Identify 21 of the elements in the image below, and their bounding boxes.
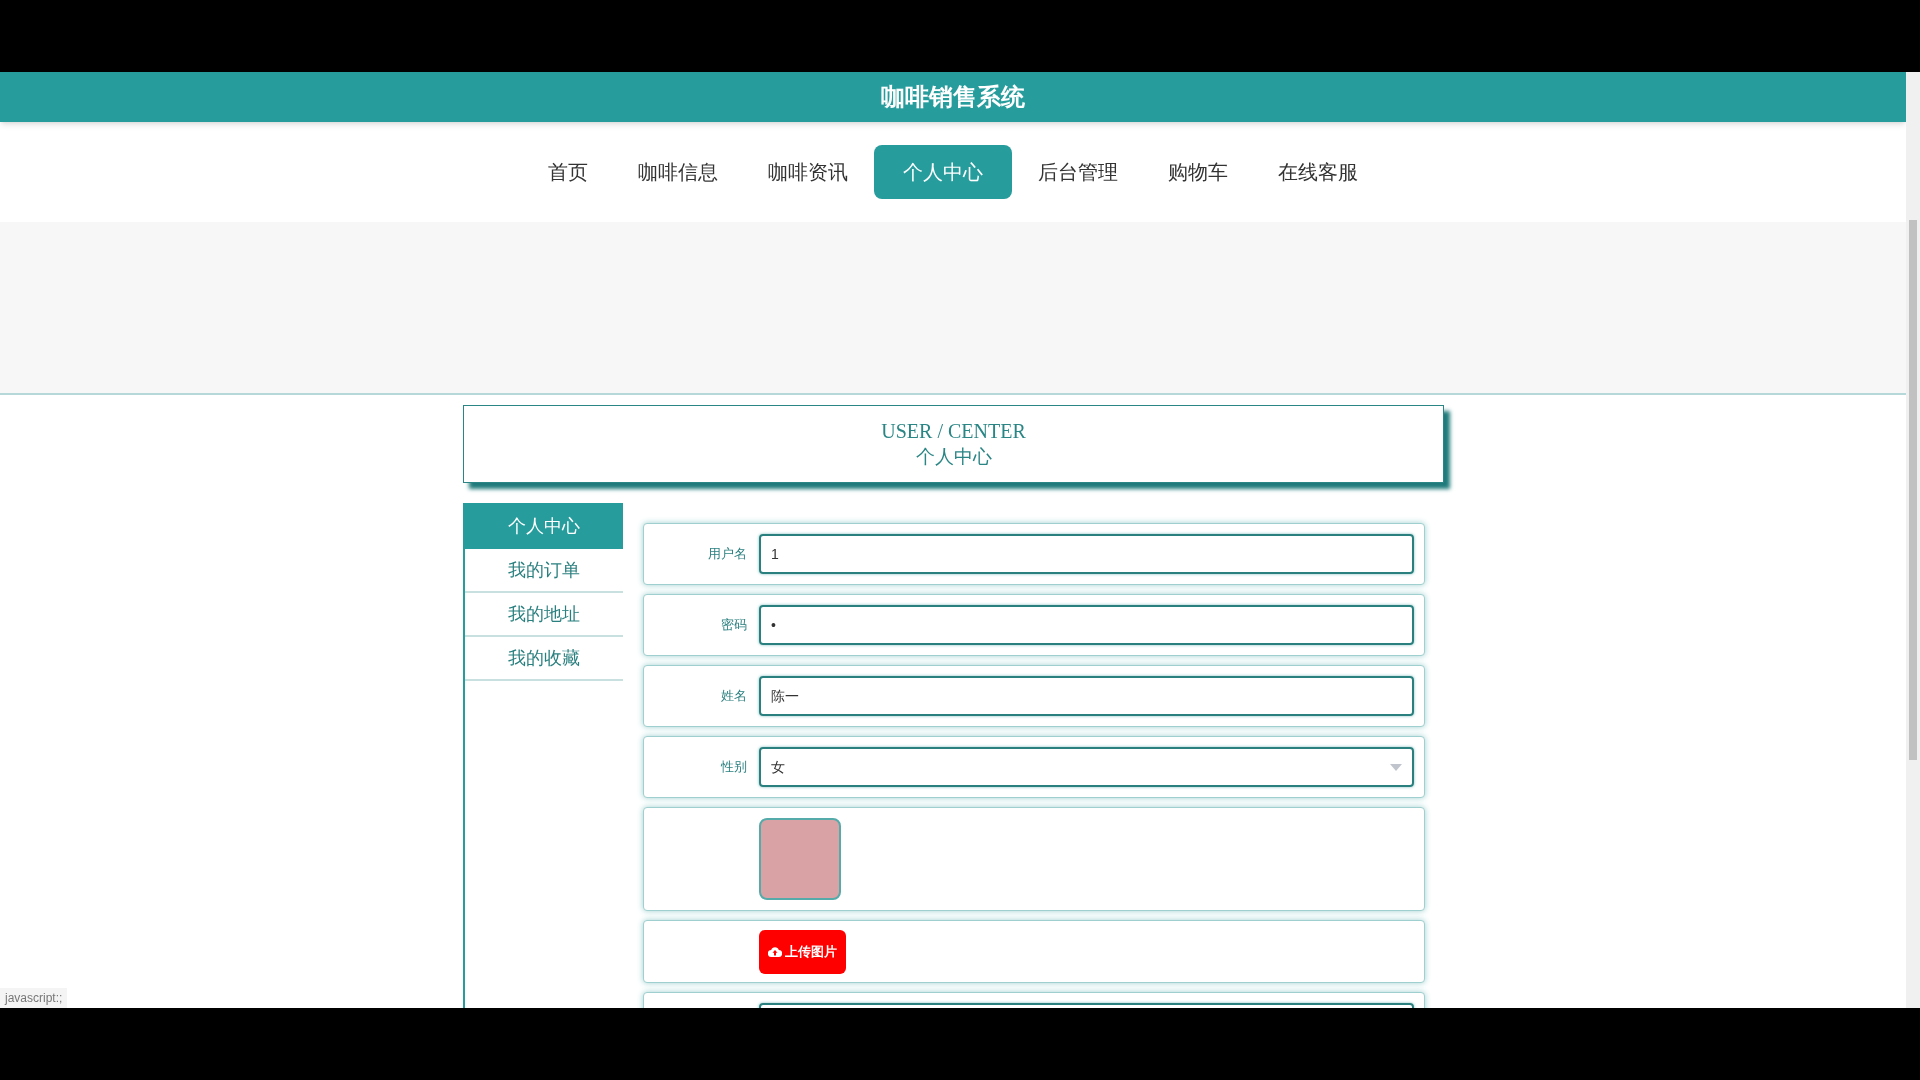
status-bar-text: javascript:;: [0, 988, 68, 1008]
upload-button[interactable]: 上传图片: [759, 929, 846, 974]
input-field[interactable]: •: [759, 605, 1414, 645]
field-label: 密码: [721, 616, 747, 635]
input-field[interactable]: 陈一: [759, 676, 1414, 716]
input-field[interactable]: 1: [759, 534, 1414, 574]
nav-tab[interactable]: 首页: [524, 145, 612, 199]
cloud-upload-icon: [768, 946, 782, 957]
site-title: 咖啡销售系统: [881, 82, 1025, 112]
dropdown-caret-icon: [1390, 763, 1402, 771]
nav-tab[interactable]: 咖啡资讯: [744, 145, 872, 199]
nav-tab[interactable]: 在线客服: [1254, 145, 1382, 199]
section-title-english: USER / CENTER: [881, 419, 1026, 444]
field-label: 姓名: [721, 687, 747, 706]
field-label: 性别: [721, 758, 747, 777]
nav-tab[interactable]: 购物车: [1144, 145, 1252, 199]
section-title-chinese: 个人中心: [915, 445, 992, 469]
nav-tab[interactable]: 咖啡信息: [614, 145, 742, 199]
nav-tab[interactable]: 后台管理: [1014, 145, 1142, 199]
field-label: 用户名: [708, 545, 747, 564]
select-field[interactable]: 女: [759, 747, 1414, 787]
